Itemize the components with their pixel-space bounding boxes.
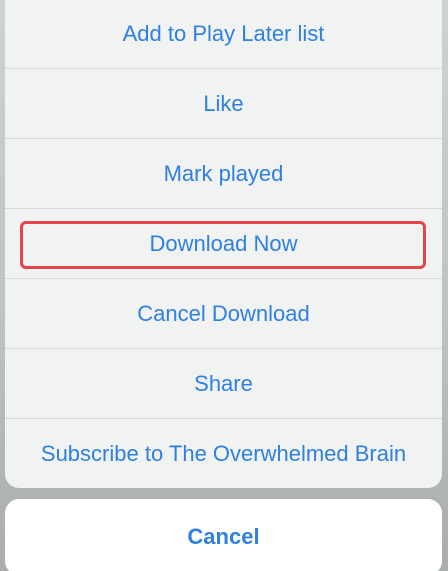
subscribe-button[interactable]: Subscribe to The Overwhelmed Brain [5, 418, 442, 488]
cancel-label: Cancel [187, 524, 260, 549]
action-label: Share [194, 370, 253, 396]
action-label: Mark played [163, 160, 284, 186]
action-label: Like [203, 90, 244, 116]
action-label: Cancel Download [137, 300, 310, 326]
action-label: Add to Play Later list [122, 21, 325, 46]
download-now-button[interactable]: Download Now [5, 208, 442, 278]
add-to-play-later-button[interactable]: Add to Play Later list [5, 0, 442, 68]
cancel-download-button[interactable]: Cancel Download [5, 278, 442, 348]
share-button[interactable]: Share [5, 348, 442, 418]
cancel-button[interactable]: Cancel [5, 499, 442, 571]
like-button[interactable]: Like [5, 68, 442, 138]
action-sheet: Add to Play Later list Like Mark played … [5, 0, 442, 488]
mark-played-button[interactable]: Mark played [5, 138, 442, 208]
action-label: Subscribe to The Overwhelmed Brain [40, 440, 407, 466]
action-label: Download Now [149, 230, 298, 256]
